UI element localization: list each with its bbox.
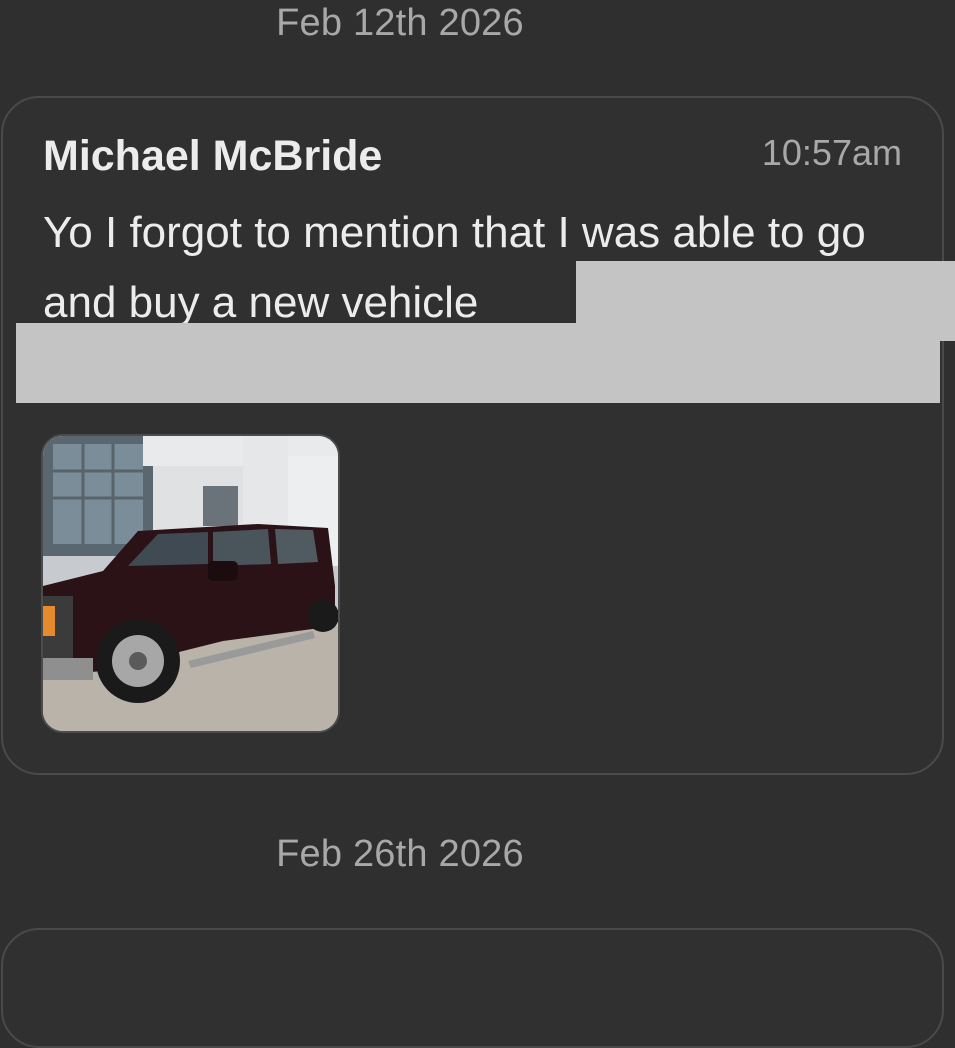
message-timestamp: 10:57am xyxy=(761,132,902,173)
pickup-truck-photo-icon xyxy=(43,436,338,731)
sender-name: Michael McBride xyxy=(43,132,383,180)
date-separator: Feb 26th 2026 xyxy=(276,833,524,875)
date-separator: Feb 12th 2026 xyxy=(276,2,524,44)
image-attachment[interactable] xyxy=(41,434,340,733)
message-card[interactable] xyxy=(1,928,944,1048)
redaction-block xyxy=(16,323,940,403)
